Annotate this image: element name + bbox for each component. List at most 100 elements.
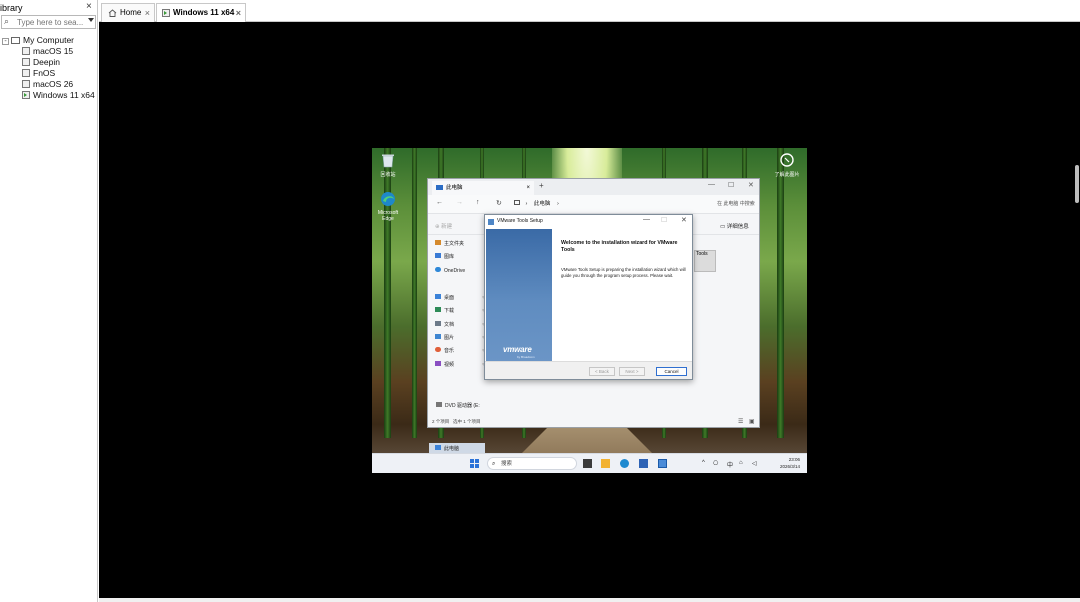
- library-panel: ibrary × ⌕ -My Computer macOS 15 Deepin …: [0, 0, 98, 602]
- collapse-icon[interactable]: -: [2, 38, 9, 45]
- up-button[interactable]: ↑: [476, 199, 480, 206]
- maximize-button[interactable]: ☐: [728, 181, 734, 189]
- nav-label: 桌面: [444, 295, 455, 301]
- vm-running-icon: [162, 9, 170, 17]
- nav-item-documents[interactable]: 文档✎: [435, 320, 485, 330]
- video-icon: [435, 361, 441, 366]
- tab-home[interactable]: Home ×: [101, 3, 155, 22]
- minimize-button[interactable]: —: [708, 181, 715, 188]
- nav-label: 此电脑: [444, 446, 460, 452]
- cancel-button[interactable]: Cancel: [656, 367, 687, 376]
- tree-item-vm[interactable]: macOS 26: [22, 79, 73, 90]
- chevron-down-icon[interactable]: [88, 18, 94, 22]
- details-button[interactable]: ▭ 详细信息: [720, 222, 749, 230]
- next-button[interactable]: Next >: [619, 367, 645, 376]
- tab-close-button[interactable]: ×: [236, 4, 241, 22]
- nav-label: 主文件夹: [444, 241, 465, 247]
- vmware-tools-setup-dialog[interactable]: VMware Tools Setup — ☐ ✕ vmware by Broad…: [484, 214, 693, 380]
- library-close-button[interactable]: ×: [86, 1, 92, 12]
- nav-item-downloads[interactable]: 下载✎: [435, 306, 485, 316]
- scrollbar-thumb[interactable]: [1075, 165, 1079, 203]
- clock-time[interactable]: 23:06: [772, 457, 800, 462]
- explorer-new-tab-button[interactable]: +: [539, 181, 544, 190]
- tab-close-button[interactable]: ×: [145, 4, 150, 22]
- nav-item-dvd[interactable]: DVD 驱动器 (E:: [436, 401, 480, 411]
- tree-item-vm[interactable]: Deepin: [22, 57, 60, 68]
- explorer-search[interactable]: 在 此电脑 中搜索: [717, 198, 759, 211]
- nav-label: 图库: [444, 254, 455, 260]
- refresh-button[interactable]: ↻: [496, 199, 502, 207]
- nav-item-videos[interactable]: 视频✎: [435, 360, 485, 370]
- drive-item-label: Tools: [696, 251, 708, 257]
- desktop-icon-learn-more[interactable]: 了解此图片: [772, 152, 802, 178]
- desktop-icon-edge[interactable]: Microsoft Edge: [373, 191, 403, 222]
- back-button[interactable]: < Back: [589, 367, 615, 376]
- explorer-tab-label: 此电脑: [446, 185, 463, 191]
- edge-icon[interactable]: [620, 459, 629, 468]
- details-label: 详细信息: [726, 224, 749, 230]
- taskbar-search[interactable]: ⌕ 搜索: [487, 457, 577, 470]
- recycle-bin-icon: [382, 154, 394, 168]
- close-button[interactable]: ✕: [681, 216, 687, 224]
- tab-label: Home: [120, 8, 142, 17]
- nav-item-pictures[interactable]: 图片✎: [435, 333, 485, 343]
- network-icon[interactable]: ⎔: [713, 460, 718, 467]
- tree-item-label: macOS 15: [33, 46, 74, 56]
- tray-overflow-icon[interactable]: ^: [702, 460, 705, 466]
- drive-item[interactable]: Tools: [694, 250, 716, 272]
- setup-button-bar: < Back Next > Cancel: [485, 361, 692, 379]
- forward-button[interactable]: →: [456, 199, 463, 206]
- status-selected: 选中 1 个项目: [453, 419, 481, 424]
- tree-item-label: My Computer: [23, 35, 75, 45]
- library-search[interactable]: ⌕: [1, 15, 96, 29]
- wallpaper-bamboo: [777, 148, 784, 438]
- path-segment[interactable]: 此电脑: [534, 201, 551, 207]
- wifi-icon[interactable]: ⌂: [739, 460, 743, 466]
- wallpaper-bamboo: [412, 148, 417, 438]
- volume-icon[interactable]: ◁: [752, 460, 757, 467]
- address-bar[interactable]: › 此电脑 ›: [514, 198, 704, 211]
- nav-item-music[interactable]: 音乐✎: [435, 346, 485, 356]
- maximize-button[interactable]: ☐: [661, 216, 667, 224]
- monitor-icon: [514, 200, 520, 205]
- clock-date[interactable]: 2026/3/14: [765, 464, 800, 469]
- library-title: ibrary: [0, 3, 23, 13]
- close-button[interactable]: ✕: [748, 181, 754, 189]
- ime-indicator[interactable]: 中: [727, 460, 733, 469]
- minimize-button[interactable]: —: [643, 216, 650, 223]
- tree-item-label: Windows 11 x64: [33, 90, 95, 100]
- tree-item-my-computer[interactable]: - My Computer: [2, 35, 74, 46]
- tree-item-vm[interactable]: FnOS: [22, 68, 55, 79]
- nav-item-onedrive[interactable]: OneDrive: [435, 266, 465, 276]
- nav-label: OneDrive: [444, 268, 466, 274]
- nav-item-desktop[interactable]: 桌面✎: [435, 293, 485, 303]
- nav-item-home[interactable]: 主文件夹: [435, 239, 464, 249]
- vmware-tools-taskbar-icon[interactable]: [658, 459, 667, 468]
- vm-scrollbar[interactable]: [1075, 22, 1080, 598]
- setup-titlebar: VMware Tools Setup — ☐ ✕: [485, 215, 692, 229]
- tree-item-vm[interactable]: macOS 15: [22, 46, 73, 57]
- nav-label: DVD 驱动器 (E:: [445, 403, 480, 409]
- setup-body-text: VMware Tools Setup is preparing the inst…: [561, 267, 686, 278]
- desktop-icon-recycle-bin[interactable]: 回收站: [373, 152, 403, 178]
- file-explorer-icon[interactable]: [601, 459, 610, 468]
- store-icon[interactable]: [639, 459, 648, 468]
- vm-icon: [22, 58, 30, 66]
- tile-view-icon[interactable]: ▣: [749, 418, 755, 425]
- dvd-icon: [436, 402, 442, 407]
- list-view-icon[interactable]: ☰: [738, 418, 743, 425]
- tree-item-vm-running[interactable]: Windows 11 x64: [22, 90, 95, 101]
- library-search-input[interactable]: [17, 17, 83, 28]
- tab-vm[interactable]: Windows 11 x64 ×: [156, 3, 246, 22]
- new-button[interactable]: ⊕ 新建: [435, 222, 452, 230]
- explorer-nav-pane: 主文件夹 图库 OneDrive 桌面✎ 下载✎ 文档✎ 图片✎ 音乐✎ 视频✎…: [428, 235, 488, 455]
- explorer-tab[interactable]: 此电脑 ×: [432, 181, 534, 195]
- explorer-tab-close[interactable]: ×: [526, 181, 530, 195]
- nav-item-gallery[interactable]: 图库: [435, 252, 454, 262]
- search-icon: ⌕: [492, 461, 496, 467]
- start-button[interactable]: [470, 459, 479, 468]
- task-view-icon[interactable]: [583, 459, 592, 468]
- tab-bar: Home × Windows 11 x64 ×: [99, 0, 1080, 22]
- status-bar: [99, 598, 1080, 602]
- back-button[interactable]: ←: [436, 199, 443, 206]
